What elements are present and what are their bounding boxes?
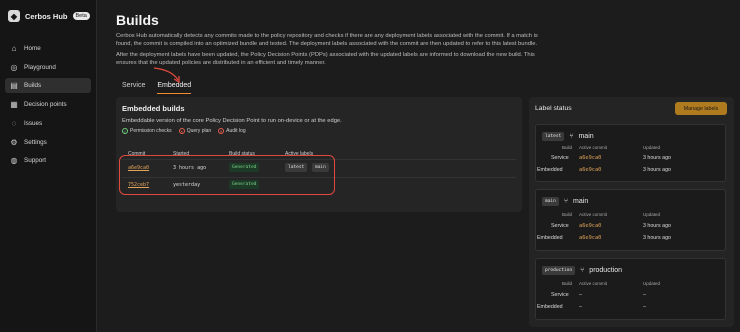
sidebar-item-label: Playground [24,64,56,71]
active-commit-value: a6e9ca0 [579,235,602,241]
support-icon: ◍ [10,155,18,165]
sidebar-item-playground[interactable]: ◎ Playground [5,60,91,75]
label-tag: main [542,197,559,206]
column-header-updated: Updated [643,281,661,286]
sidebar-item-label: Home [24,45,41,52]
updated-value: 3 hours ago [643,223,671,229]
column-header-build: Build [562,212,573,217]
updated-value: 3 hours ago [643,235,671,241]
sidebar-item-label: Settings [24,139,47,146]
cerbos-logo-icon: ◆ [8,10,20,22]
sidebar-item-builds[interactable]: ▤ Builds [5,78,91,93]
active-commit-value: – [579,292,582,298]
active-commit-value: a6e9ca0 [579,155,602,161]
active-commit-value: – [579,304,582,310]
row-label-embedded: Embedded [537,304,563,310]
row-label-embedded: Embedded [537,235,563,241]
sidebar-item-label: Support [24,157,47,164]
feature-list: ✓ Permission checks ✕ Query plan ✕ Audit… [122,128,246,134]
column-header-active-commit: Active commit [579,145,608,150]
git-branch-icon: ⑂ [569,133,574,140]
beta-badge: Beta [72,12,90,20]
feature-label: Query plan [186,128,212,134]
brand[interactable]: ◆ Cerbos Hub Beta [8,9,90,23]
active-commit-value: a6e9ca0 [579,167,602,173]
page-description-line: found, the commit is compiled into an op… [116,41,538,47]
brand-name: Cerbos Hub [25,11,68,21]
embedded-builds-title: Embedded builds [122,104,185,113]
label-card-main: main ⑂ main Build Active commit Updated … [535,189,726,251]
feature-label: Audit log [226,128,246,134]
gear-icon: ⚙ [10,137,18,147]
sidebar-item-issues[interactable]: ◌ Issues [5,116,91,131]
label-tag: production [542,266,576,275]
label-card-production: production ⑂ production Build Active com… [535,258,726,320]
feature-label: Permission checks [130,128,172,134]
column-header-active-commit: Active commit [579,212,608,217]
row-label-service: Service [551,155,569,161]
manage-labels-button[interactable]: Manage labels [675,102,727,115]
embedded-builds-subtitle: Embeddable version of the core Policy De… [122,118,342,124]
sidebar-item-label: Issues [24,120,43,127]
git-branch-icon: ⑂ [580,267,585,274]
column-header-build: Build [562,281,573,286]
column-header-build: Build [562,145,573,150]
home-icon: ⌂ [11,43,17,53]
row-label-service: Service [551,292,569,298]
row-label-embedded: Embedded [537,167,563,173]
updated-value: – [643,304,646,310]
cross-icon: ✕ [218,128,225,134]
git-branch-icon: ⑂ [563,198,569,205]
page-title: Builds [116,12,159,28]
feature-query-plan: ✕ Query plan [178,128,212,134]
issues-icon: ◌ [11,118,17,128]
label-branch-name: production [589,267,622,274]
cross-icon: ✕ [178,128,185,134]
sidebar: ◆ Cerbos Hub Beta ⌂ Home ◎ Playground ▤ … [0,0,97,332]
label-card-latest: latest ⑂ main Build Active commit Update… [535,124,726,182]
feature-permission-checks: ✓ Permission checks [122,128,172,134]
updated-value: – [643,292,646,298]
builds-icon: ▤ [10,80,18,90]
playground-icon: ◎ [10,62,18,72]
label-branch-name: main [578,133,594,140]
label-branch-name: main [573,198,589,205]
annotation-highlight [119,155,335,195]
column-header-updated: Updated [643,212,661,217]
sidebar-item-label: Builds [24,82,42,89]
updated-value: 3 hours ago [643,167,671,173]
sidebar-item-label: Decision points [24,101,67,108]
decision-points-icon: ▦ [10,99,18,109]
feature-audit-log: ✕ Audit log [218,128,246,134]
page-description-line: ensures that the updated policies are di… [116,60,326,66]
label-status-title: Label status [535,105,572,112]
updated-value: 3 hours ago [643,155,671,161]
sidebar-item-support[interactable]: ◍ Support [5,153,91,168]
sidebar-item-settings[interactable]: ⚙ Settings [5,135,91,150]
check-icon: ✓ [122,128,128,134]
column-header-updated: Updated [643,145,661,150]
label-tag: latest [542,132,565,141]
annotation-arrow-icon [153,67,180,84]
sidebar-item-home[interactable]: ⌂ Home [5,41,91,56]
column-header-active-commit: Active commit [579,281,608,286]
active-commit-value: a6e9ca0 [579,223,602,229]
tab-service[interactable]: Service [122,82,145,94]
row-label-service: Service [551,223,569,229]
sidebar-item-decision-points[interactable]: ▦ Decision points [5,97,91,112]
label-status-panel: Label status Manage labels latest ⑂ main… [529,97,734,327]
